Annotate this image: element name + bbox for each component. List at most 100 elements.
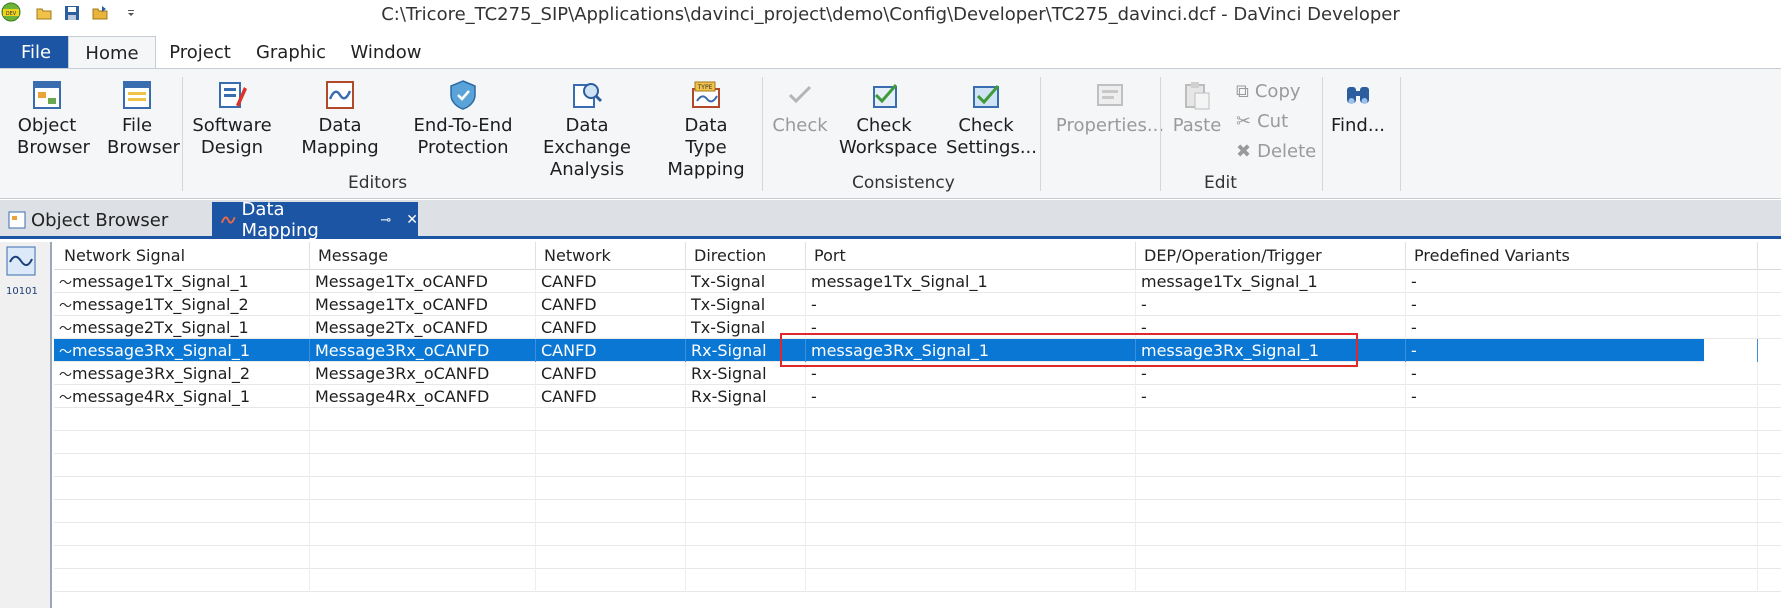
cell-network-signal[interactable]: 〜message1Tx_Signal_1 bbox=[54, 270, 310, 293]
cell-port[interactable]: message1Tx_Signal_1 bbox=[806, 270, 1136, 293]
cell-network[interactable]: CANFD bbox=[536, 293, 686, 316]
check-workspace-button[interactable]: Check Workspace bbox=[836, 79, 937, 159]
cell-network-signal[interactable]: 〜message2Tx_Signal_1 bbox=[54, 316, 310, 339]
empty-cell bbox=[686, 454, 806, 477]
tab-data-mapping[interactable]: Data Mapping ⊸ ✕ bbox=[212, 199, 418, 241]
e2e-protection-button[interactable]: End-To-End Protection bbox=[408, 79, 518, 159]
check-button[interactable]: Check bbox=[768, 79, 832, 137]
header-col-dep-operation-trigger[interactable]: DEP/Operation/Trigger bbox=[1136, 242, 1406, 270]
properties-button[interactable]: Properties... bbox=[1048, 79, 1172, 137]
table-row[interactable]: 〜message1Tx_Signal_1 Message1Tx_oCANFD CAN… bbox=[54, 270, 1781, 293]
empty-cell bbox=[54, 454, 310, 477]
empty-cell bbox=[54, 408, 310, 431]
cell-predefined-variants[interactable]: - bbox=[1406, 270, 1758, 293]
cell-message[interactable]: Message1Tx_oCANFD bbox=[310, 270, 536, 293]
cell-direction[interactable]: Tx-Signal bbox=[686, 293, 806, 316]
object-browser-button[interactable]: Object Browser bbox=[2, 79, 92, 159]
cell-predefined-variants[interactable]: - bbox=[1406, 293, 1758, 316]
table-row[interactable]: 〜message3Rx_Signal_1 Message3Rx_oCANFD CAN… bbox=[54, 339, 1758, 362]
tab-window[interactable]: Window bbox=[346, 36, 426, 69]
copy-button[interactable]: ⧉ Copy bbox=[1236, 81, 1301, 102]
cell-predefined-variants[interactable]: - bbox=[1406, 339, 1758, 362]
empty-row bbox=[54, 431, 1781, 454]
header-col-direction[interactable]: Direction bbox=[686, 242, 806, 270]
cell-network[interactable]: CANFD bbox=[536, 385, 686, 408]
pin-icon[interactable]: ⊸ bbox=[380, 213, 391, 228]
cell-dep-operation-trigger[interactable]: - bbox=[1136, 316, 1406, 339]
data-mapping-button[interactable]: Data Mapping bbox=[282, 79, 398, 159]
cell-predefined-variants[interactable]: - bbox=[1406, 385, 1758, 408]
cell-dep-operation-trigger[interactable]: message1Tx_Signal_1 bbox=[1136, 270, 1406, 293]
empty-cell bbox=[806, 500, 1136, 523]
paste-button[interactable]: Paste bbox=[1170, 79, 1224, 137]
check-settings-button[interactable]: Check Settings... bbox=[938, 79, 1037, 159]
cell-direction[interactable]: Tx-Signal bbox=[686, 270, 806, 293]
e2e-protection-label: End-To-End Protection bbox=[413, 115, 513, 158]
header-col-message[interactable]: Message bbox=[310, 242, 536, 270]
data-type-mapping-button[interactable]: TYPE Data Type Mapping bbox=[656, 79, 756, 181]
empty-cell bbox=[686, 500, 806, 523]
cell-dep-operation-trigger[interactable]: - bbox=[1136, 385, 1406, 408]
delete-button[interactable]: ✖ Delete bbox=[1236, 141, 1316, 162]
data-type-mapping-label: Data Type Mapping bbox=[667, 115, 745, 180]
cell-message[interactable]: Message2Tx_oCANFD bbox=[310, 316, 536, 339]
signal-wave-icon: 〜 bbox=[59, 276, 73, 291]
ribbon-panel: Object Browser File Browser Software Des… bbox=[0, 68, 1781, 199]
table-row[interactable]: 〜message1Tx_Signal_2 Message1Tx_oCANFD CAN… bbox=[54, 293, 1781, 316]
header-col-network[interactable]: Network bbox=[536, 242, 686, 270]
header-col-predefined-variants[interactable]: Predefined Variants bbox=[1406, 242, 1758, 270]
cell-message[interactable]: Message4Rx_oCANFD bbox=[310, 385, 536, 408]
cell-network-signal[interactable]: 〜message1Tx_Signal_2 bbox=[54, 293, 310, 316]
tab-file[interactable]: File bbox=[0, 36, 72, 69]
cell-message[interactable]: Message3Rx_oCANFD bbox=[310, 362, 536, 385]
cell-message[interactable]: Message1Tx_oCANFD bbox=[310, 293, 536, 316]
cell-predefined-variants[interactable]: - bbox=[1406, 316, 1758, 339]
cell-network[interactable]: CANFD bbox=[536, 362, 686, 385]
signal-wave-icon: 〜 bbox=[59, 299, 73, 314]
empty-cell bbox=[1136, 569, 1406, 592]
table-row[interactable]: 〜message2Tx_Signal_1 Message2Tx_oCANFD CAN… bbox=[54, 316, 1781, 339]
object-browser-icon bbox=[8, 211, 26, 229]
find-button[interactable]: Find... bbox=[1326, 79, 1390, 137]
file-browser-label: File Browser bbox=[107, 115, 180, 158]
cell-network[interactable]: CANFD bbox=[536, 339, 686, 362]
cell-port[interactable]: - bbox=[806, 385, 1136, 408]
data-exchange-analysis-button[interactable]: Data Exchange Analysis bbox=[522, 79, 652, 181]
header-col-port[interactable]: Port bbox=[806, 242, 1136, 270]
signal-wave-icon[interactable] bbox=[6, 246, 36, 276]
empty-cell bbox=[310, 523, 536, 546]
cell-network-signal[interactable]: 〜message3Rx_Signal_1 bbox=[54, 339, 310, 362]
cell-direction[interactable]: Rx-Signal bbox=[686, 362, 806, 385]
empty-row bbox=[54, 523, 1781, 546]
cell-message[interactable]: Message3Rx_oCANFD bbox=[310, 339, 536, 362]
table-row[interactable]: 〜message3Rx_Signal_2 Message3Rx_oCANFD CAN… bbox=[54, 362, 1781, 385]
close-icon[interactable]: ✕ bbox=[406, 212, 418, 228]
cell-network-signal[interactable]: 〜message4Rx_Signal_1 bbox=[54, 385, 310, 408]
cell-predefined-variants[interactable]: - bbox=[1406, 362, 1758, 385]
cell-network[interactable]: CANFD bbox=[536, 270, 686, 293]
tab-object-browser[interactable]: Object Browser bbox=[0, 202, 206, 238]
file-browser-button[interactable]: File Browser bbox=[92, 79, 182, 159]
cell-dep-operation-trigger[interactable]: - bbox=[1136, 293, 1406, 316]
cell-port[interactable]: - bbox=[806, 293, 1136, 316]
cell-port[interactable]: - bbox=[806, 362, 1136, 385]
paste-label: Paste bbox=[1172, 115, 1222, 136]
table-row[interactable]: 〜message4Rx_Signal_1 Message4Rx_oCANFD CAN… bbox=[54, 385, 1781, 408]
cut-button[interactable]: ✂ Cut bbox=[1236, 111, 1288, 132]
cell-direction[interactable]: Rx-Signal bbox=[686, 385, 806, 408]
cell-dep-operation-trigger[interactable]: - bbox=[1136, 362, 1406, 385]
cell-network[interactable]: CANFD bbox=[536, 316, 686, 339]
signal-wave-icon: 〜 bbox=[59, 391, 73, 406]
data-mapping-icon bbox=[220, 216, 236, 224]
tab-home[interactable]: Home bbox=[68, 36, 156, 69]
cell-port[interactable]: message3Rx_Signal_1 bbox=[806, 339, 1136, 362]
cell-dep-operation-trigger[interactable]: message3Rx_Signal_1 bbox=[1136, 339, 1406, 362]
header-col-network-signal[interactable]: Network Signal bbox=[54, 242, 310, 270]
tab-graphic[interactable]: Graphic bbox=[250, 36, 332, 69]
cell-network-signal[interactable]: 〜message3Rx_Signal_2 bbox=[54, 362, 310, 385]
cell-direction[interactable]: Rx-Signal bbox=[686, 339, 806, 362]
tab-project[interactable]: Project bbox=[160, 36, 240, 69]
software-design-button[interactable]: Software Design bbox=[190, 79, 274, 159]
cell-port[interactable]: - bbox=[806, 316, 1136, 339]
cell-direction[interactable]: Tx-Signal bbox=[686, 316, 806, 339]
